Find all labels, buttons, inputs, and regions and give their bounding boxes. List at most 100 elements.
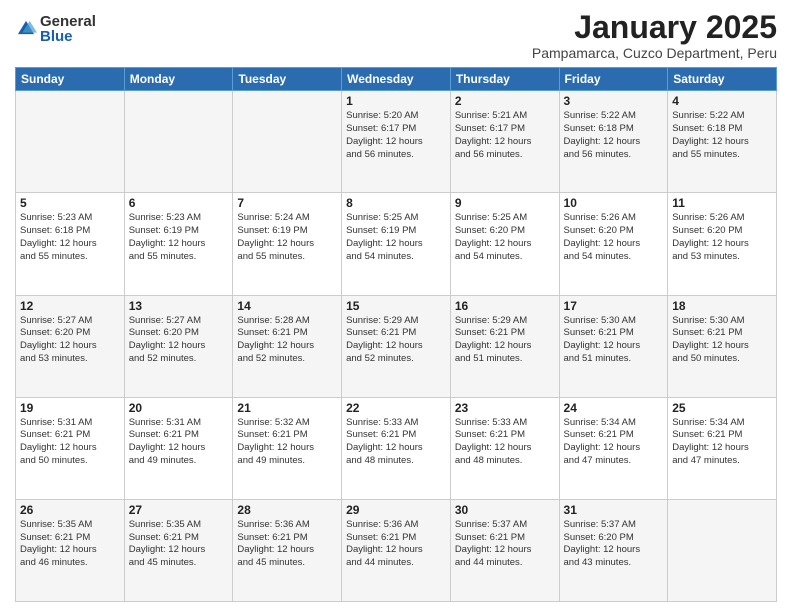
day-info: Sunrise: 5:28 AM Sunset: 6:21 PM Dayligh… <box>237 315 337 366</box>
day-info: Sunrise: 5:29 AM Sunset: 6:21 PM Dayligh… <box>455 315 555 366</box>
calendar-cell: 18 Sunrise: 5:30 AM Sunset: 6:21 PM Dayli… <box>668 295 777 397</box>
calendar-cell: 22 Sunrise: 5:33 AM Sunset: 6:21 PM Dayli… <box>342 397 451 499</box>
day-info: Sunrise: 5:21 AM Sunset: 6:17 PM Dayligh… <box>455 110 555 161</box>
day-number: 25 <box>672 401 772 415</box>
calendar-cell: 2Sunrise: 5:21 AM Sunset: 6:17 PM Daylig… <box>450 91 559 193</box>
logo-icon <box>15 18 37 40</box>
logo: General Blue <box>15 14 96 44</box>
day-number: 8 <box>346 196 446 210</box>
weekday-header: Friday <box>559 68 668 91</box>
day-number: 6 <box>129 196 229 210</box>
day-number: 17 <box>564 299 664 313</box>
day-info: Sunrise: 5:36 AM Sunset: 6:21 PM Dayligh… <box>237 519 337 570</box>
logo-general: General <box>40 14 96 29</box>
weekday-header: Monday <box>124 68 233 91</box>
day-number: 29 <box>346 503 446 517</box>
main-title: January 2025 <box>532 10 777 45</box>
calendar-cell: 9 Sunrise: 5:25 AM Sunset: 6:20 PM Daylig… <box>450 193 559 295</box>
day-number: 7 <box>237 196 337 210</box>
day-info: Sunrise: 5:30 AM Sunset: 6:21 PM Dayligh… <box>564 315 664 366</box>
calendar-week-row: 12 Sunrise: 5:27 AM Sunset: 6:20 PM Dayli… <box>16 295 777 397</box>
day-number: 4 <box>672 94 772 108</box>
day-number: 13 <box>129 299 229 313</box>
day-info: Sunrise: 5:35 AM Sunset: 6:21 PM Dayligh… <box>20 519 120 570</box>
calendar-cell: 5 Sunrise: 5:23 AM Sunset: 6:18 PM Daylig… <box>16 193 125 295</box>
calendar-cell: 16 Sunrise: 5:29 AM Sunset: 6:21 PM Dayli… <box>450 295 559 397</box>
day-number: 19 <box>20 401 120 415</box>
day-info: Sunrise: 5:33 AM Sunset: 6:21 PM Dayligh… <box>346 417 446 468</box>
day-number: 10 <box>564 196 664 210</box>
calendar: SundayMondayTuesdayWednesdayThursdayFrid… <box>15 67 777 602</box>
day-number: 20 <box>129 401 229 415</box>
day-info: Sunrise: 5:20 AM Sunset: 6:17 PM Dayligh… <box>346 110 446 161</box>
calendar-week-row: 26 Sunrise: 5:35 AM Sunset: 6:21 PM Dayli… <box>16 499 777 601</box>
day-number: 12 <box>20 299 120 313</box>
day-info: Sunrise: 5:25 AM Sunset: 6:20 PM Dayligh… <box>455 212 555 263</box>
calendar-cell: 15 Sunrise: 5:29 AM Sunset: 6:21 PM Dayli… <box>342 295 451 397</box>
day-number: 21 <box>237 401 337 415</box>
day-info: Sunrise: 5:35 AM Sunset: 6:21 PM Dayligh… <box>129 519 229 570</box>
logo-text: General Blue <box>40 14 96 44</box>
day-number: 14 <box>237 299 337 313</box>
calendar-cell: 3 Sunrise: 5:22 AM Sunset: 6:18 PM Daylig… <box>559 91 668 193</box>
day-info: Sunrise: 5:37 AM Sunset: 6:20 PM Dayligh… <box>564 519 664 570</box>
calendar-cell: 6Sunrise: 5:23 AM Sunset: 6:19 PM Daylig… <box>124 193 233 295</box>
day-number: 31 <box>564 503 664 517</box>
day-number: 16 <box>455 299 555 313</box>
day-info: Sunrise: 5:33 AM Sunset: 6:21 PM Dayligh… <box>455 417 555 468</box>
day-number: 27 <box>129 503 229 517</box>
day-info: Sunrise: 5:34 AM Sunset: 6:21 PM Dayligh… <box>672 417 772 468</box>
calendar-cell: 30Sunrise: 5:37 AM Sunset: 6:21 PM Dayli… <box>450 499 559 601</box>
day-number: 9 <box>455 196 555 210</box>
calendar-cell: 29Sunrise: 5:36 AM Sunset: 6:21 PM Dayli… <box>342 499 451 601</box>
calendar-cell: 23 Sunrise: 5:33 AM Sunset: 6:21 PM Dayli… <box>450 397 559 499</box>
day-info: Sunrise: 5:26 AM Sunset: 6:20 PM Dayligh… <box>672 212 772 263</box>
weekday-header: Wednesday <box>342 68 451 91</box>
day-number: 23 <box>455 401 555 415</box>
calendar-cell: 31 Sunrise: 5:37 AM Sunset: 6:20 PM Dayli… <box>559 499 668 601</box>
day-info: Sunrise: 5:27 AM Sunset: 6:20 PM Dayligh… <box>129 315 229 366</box>
calendar-cell: 21 Sunrise: 5:32 AM Sunset: 6:21 PM Dayli… <box>233 397 342 499</box>
logo-blue: Blue <box>40 29 96 44</box>
day-info: Sunrise: 5:30 AM Sunset: 6:21 PM Dayligh… <box>672 315 772 366</box>
day-info: Sunrise: 5:29 AM Sunset: 6:21 PM Dayligh… <box>346 315 446 366</box>
calendar-cell: 17 Sunrise: 5:30 AM Sunset: 6:21 PM Dayli… <box>559 295 668 397</box>
day-number: 18 <box>672 299 772 313</box>
calendar-cell: 24Sunrise: 5:34 AM Sunset: 6:21 PM Dayli… <box>559 397 668 499</box>
day-number: 22 <box>346 401 446 415</box>
calendar-cell: 12Sunrise: 5:27 AM Sunset: 6:20 PM Dayli… <box>16 295 125 397</box>
calendar-cell: 13 Sunrise: 5:27 AM Sunset: 6:20 PM Dayli… <box>124 295 233 397</box>
day-info: Sunrise: 5:26 AM Sunset: 6:20 PM Dayligh… <box>564 212 664 263</box>
calendar-cell <box>16 91 125 193</box>
weekday-header: Saturday <box>668 68 777 91</box>
weekday-header-row: SundayMondayTuesdayWednesdayThursdayFrid… <box>16 68 777 91</box>
day-info: Sunrise: 5:22 AM Sunset: 6:18 PM Dayligh… <box>672 110 772 161</box>
day-number: 15 <box>346 299 446 313</box>
day-info: Sunrise: 5:23 AM Sunset: 6:18 PM Dayligh… <box>20 212 120 263</box>
weekday-header: Thursday <box>450 68 559 91</box>
calendar-week-row: 1 Sunrise: 5:20 AM Sunset: 6:17 PM Daylig… <box>16 91 777 193</box>
calendar-week-row: 19 Sunrise: 5:31 AM Sunset: 6:21 PM Dayli… <box>16 397 777 499</box>
day-number: 26 <box>20 503 120 517</box>
day-info: Sunrise: 5:22 AM Sunset: 6:18 PM Dayligh… <box>564 110 664 161</box>
day-info: Sunrise: 5:32 AM Sunset: 6:21 PM Dayligh… <box>237 417 337 468</box>
day-number: 1 <box>346 94 446 108</box>
calendar-cell: 27 Sunrise: 5:35 AM Sunset: 6:21 PM Dayli… <box>124 499 233 601</box>
weekday-header: Sunday <box>16 68 125 91</box>
calendar-cell <box>233 91 342 193</box>
day-number: 5 <box>20 196 120 210</box>
calendar-cell <box>668 499 777 601</box>
day-number: 11 <box>672 196 772 210</box>
page: General Blue January 2025 Pampamarca, Cu… <box>0 0 792 612</box>
day-info: Sunrise: 5:34 AM Sunset: 6:21 PM Dayligh… <box>564 417 664 468</box>
day-info: Sunrise: 5:31 AM Sunset: 6:21 PM Dayligh… <box>129 417 229 468</box>
calendar-week-row: 5 Sunrise: 5:23 AM Sunset: 6:18 PM Daylig… <box>16 193 777 295</box>
day-info: Sunrise: 5:25 AM Sunset: 6:19 PM Dayligh… <box>346 212 446 263</box>
day-number: 3 <box>564 94 664 108</box>
weekday-header: Tuesday <box>233 68 342 91</box>
calendar-cell: 25 Sunrise: 5:34 AM Sunset: 6:21 PM Dayli… <box>668 397 777 499</box>
calendar-cell: 26 Sunrise: 5:35 AM Sunset: 6:21 PM Dayli… <box>16 499 125 601</box>
day-number: 30 <box>455 503 555 517</box>
calendar-cell: 7Sunrise: 5:24 AM Sunset: 6:19 PM Daylig… <box>233 193 342 295</box>
calendar-cell <box>124 91 233 193</box>
